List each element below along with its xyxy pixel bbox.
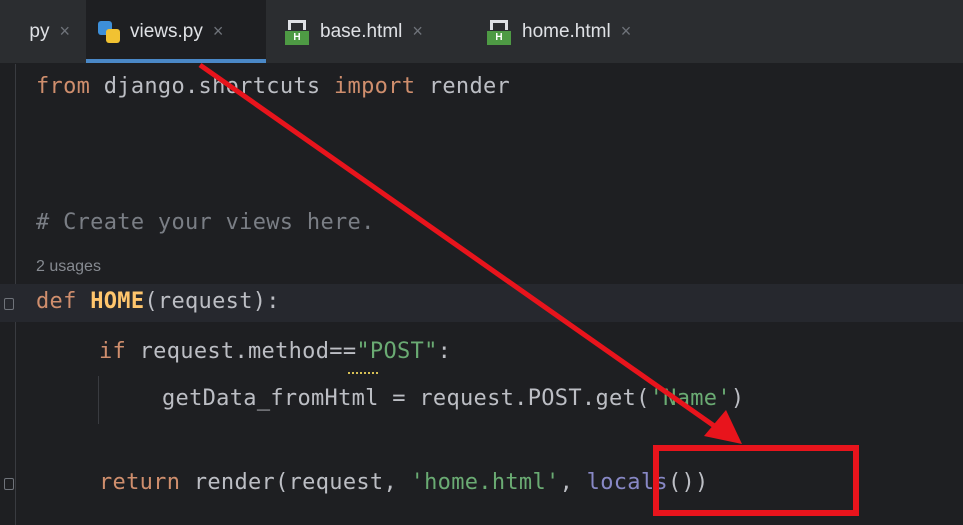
close-icon[interactable]: × bbox=[621, 21, 632, 42]
tab-home-html[interactable]: H home.html × bbox=[486, 0, 696, 63]
code-line-1: from django.shortcuts import render bbox=[36, 74, 511, 99]
html-file-icon: H bbox=[486, 19, 512, 45]
close-icon[interactable]: × bbox=[412, 21, 423, 42]
code-assign-line: getData_fromHtml = request.POST.get('Nam… bbox=[162, 386, 745, 411]
tab-base-html[interactable]: H base.html × bbox=[284, 0, 474, 63]
tab-label: home.html bbox=[522, 20, 611, 42]
code-comment: # Create your views here. bbox=[36, 210, 375, 235]
close-icon[interactable]: × bbox=[213, 21, 224, 42]
code-if-line: if request.method=="POST": bbox=[99, 339, 452, 364]
tab-views-py[interactable]: views.py × bbox=[86, 0, 266, 63]
indent-guide bbox=[98, 376, 99, 424]
tab-py[interactable]: py × bbox=[0, 0, 84, 63]
code-editor[interactable]: from django.shortcuts import render # Cr… bbox=[0, 64, 963, 525]
code-return-line: return render(request, 'home.html', loca… bbox=[99, 470, 709, 495]
code-def-line: def HOME(request): bbox=[36, 289, 280, 314]
close-icon[interactable]: × bbox=[59, 21, 70, 42]
editor-tab-bar: py × views.py × H base.html × H home.htm… bbox=[0, 0, 963, 64]
fold-icon[interactable] bbox=[4, 298, 14, 310]
tab-label: base.html bbox=[320, 20, 403, 42]
fold-icon[interactable] bbox=[4, 478, 14, 490]
python-file-icon bbox=[96, 19, 122, 45]
usages-hint[interactable]: 2 usages bbox=[36, 258, 101, 276]
warning-squiggle bbox=[348, 369, 378, 374]
tab-label: py bbox=[29, 20, 50, 42]
tab-label: views.py bbox=[130, 20, 203, 42]
html-file-icon: H bbox=[284, 19, 310, 45]
